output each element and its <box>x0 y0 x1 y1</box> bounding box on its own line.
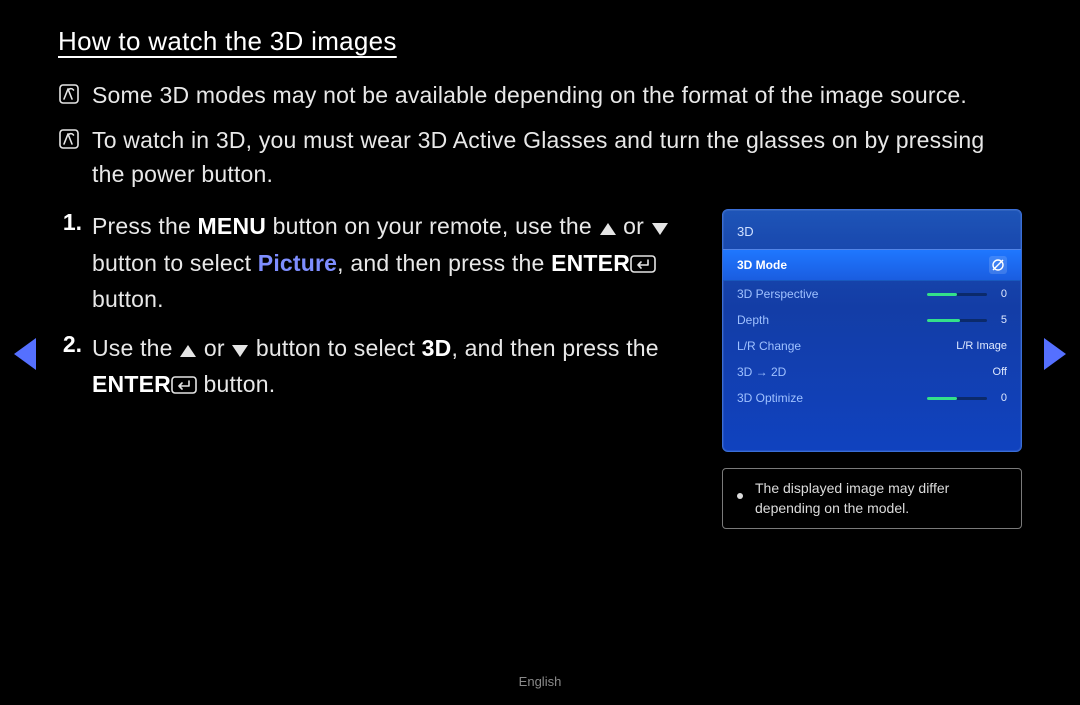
footer-language: English <box>0 674 1080 689</box>
enter-icon <box>171 369 197 404</box>
osd-label: 3D Perspective <box>737 287 927 301</box>
osd-value: 5 <box>993 314 1007 326</box>
osd-title: 3D <box>723 218 1021 249</box>
osd-row-3d-to-2d[interactable]: 3D → 2D Off <box>723 359 1021 385</box>
osd-slider: 0 <box>927 392 1007 404</box>
mode-off-icon <box>989 256 1007 274</box>
osd-value: 0 <box>993 288 1007 300</box>
step-text: Press the MENU button on your remote, us… <box>92 209 694 317</box>
osd-label: Depth <box>737 313 927 327</box>
slider-fill <box>927 319 960 322</box>
up-arrow-icon <box>179 333 197 368</box>
osd-row-3d-mode[interactable]: 3D Mode <box>723 249 1021 281</box>
osd-label: L/R Change <box>737 339 956 353</box>
osd-slider: 0 <box>927 288 1007 300</box>
notes-list: Some 3D modes may not be available depen… <box>58 79 1022 191</box>
step-number: 2. <box>58 331 82 358</box>
note-text: To watch in 3D, you must wear 3D Active … <box>92 124 1022 191</box>
osd-slider: 5 <box>927 314 1007 326</box>
down-arrow-icon <box>231 333 249 368</box>
nav-next-arrow[interactable] <box>1044 338 1066 370</box>
down-arrow-icon <box>651 211 669 246</box>
step-item: 1. Press the MENU button on your remote,… <box>58 209 694 317</box>
step-number: 1. <box>58 209 82 236</box>
note-item: Some 3D modes may not be available depen… <box>58 79 1022 112</box>
disclaimer-box: The displayed image may differ depending… <box>722 468 1022 529</box>
enter-icon <box>630 248 656 283</box>
step-item: 2. Use the or button to select 3D, and t… <box>58 331 694 404</box>
osd-value: Off <box>993 366 1007 378</box>
up-arrow-icon <box>599 211 617 246</box>
disclaimer-text: The displayed image may differ depending… <box>755 479 1007 518</box>
menu-strong: MENU <box>198 213 267 239</box>
osd-row-3d-optimize[interactable]: 3D Optimize 0 <box>723 385 1021 411</box>
osd-row-lr-change[interactable]: L/R Change L/R Image <box>723 333 1021 359</box>
osd-panel: 3D 3D Mode 3D Perspective 0 Depth <box>722 209 1022 452</box>
note-text: Some 3D modes may not be available depen… <box>92 79 967 112</box>
slider-fill <box>927 293 957 296</box>
osd-label: 3D Mode <box>737 258 989 272</box>
nav-prev-arrow[interactable] <box>14 338 36 370</box>
osd-row-3d-perspective[interactable]: 3D Perspective 0 <box>723 281 1021 307</box>
enter-strong: ENTER <box>551 250 630 276</box>
osd-value: L/R Image <box>956 340 1007 352</box>
3d-strong: 3D <box>422 335 452 361</box>
osd-row-depth[interactable]: Depth 5 <box>723 307 1021 333</box>
osd-label: 3D → 2D <box>737 365 993 379</box>
note-icon <box>58 83 80 105</box>
step-text: Use the or button to select 3D, and then… <box>92 331 694 404</box>
osd-label: 3D Optimize <box>737 391 927 405</box>
note-icon <box>58 128 80 150</box>
page-title: How to watch the 3D images <box>58 26 1022 57</box>
osd-value: 0 <box>993 392 1007 404</box>
slider-fill <box>927 397 957 400</box>
bullet-icon <box>737 485 745 505</box>
picture-strong: Picture <box>258 250 337 276</box>
enter-strong: ENTER <box>92 371 171 397</box>
note-item: To watch in 3D, you must wear 3D Active … <box>58 124 1022 191</box>
steps-list: 1. Press the MENU button on your remote,… <box>58 209 694 418</box>
